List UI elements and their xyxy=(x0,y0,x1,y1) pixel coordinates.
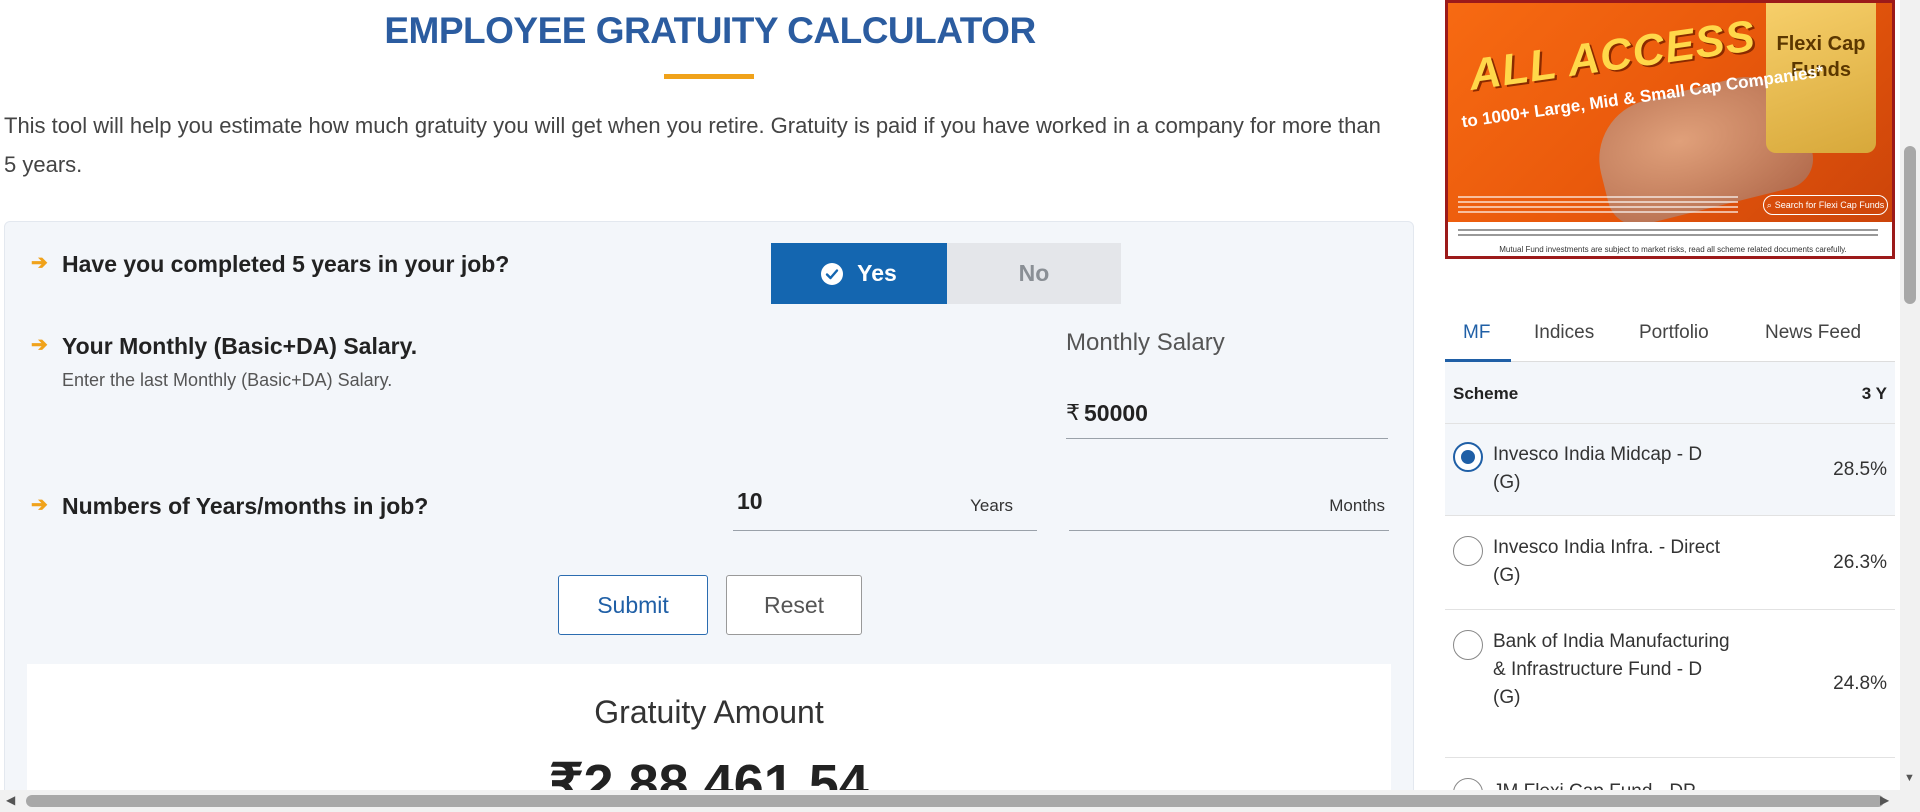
no-label: No xyxy=(1018,260,1050,286)
sidebar-tabs: MF Indices Portfolio News Feed xyxy=(1445,312,1895,362)
ad-fine-print xyxy=(1458,193,1738,223)
arrow-right-icon: ➔ xyxy=(31,494,48,516)
input-underline xyxy=(733,530,1037,531)
arrow-right-icon: ➔ xyxy=(31,334,48,356)
table-row[interactable]: Bank of India Manufacturing & Infrastruc… xyxy=(1445,610,1895,758)
radio-button[interactable] xyxy=(1453,778,1483,790)
scheme-name: JM Flexi Cap Fund - DP xyxy=(1493,778,1733,790)
tab-indices[interactable]: Indices xyxy=(1534,322,1594,344)
sidebar: Flexi Cap Funds ALL ACCESS to 1000+ Larg… xyxy=(1443,0,1895,790)
table-row[interactable]: JM Flexi Cap Fund - DP xyxy=(1445,758,1895,790)
scroll-left-arrow-icon[interactable]: ◀ xyxy=(6,793,15,807)
months-input[interactable]: Months xyxy=(1069,484,1389,532)
monthly-salary-input[interactable]: ₹ 50000 xyxy=(1066,394,1388,440)
scroll-right-arrow-icon[interactable]: ▶ xyxy=(1880,793,1889,807)
ad-search-text: Search for Flexi Cap Funds xyxy=(1774,200,1885,210)
years-unit: Years xyxy=(970,496,1013,515)
radio-button[interactable] xyxy=(1453,442,1483,472)
ad-banner[interactable]: Flexi Cap Funds ALL ACCESS to 1000+ Larg… xyxy=(1445,0,1895,259)
monthly-salary-label: Monthly Salary xyxy=(1066,329,1225,356)
q3-label: Numbers of Years/months in job? xyxy=(62,493,429,519)
vertical-scroll-thumb[interactable] xyxy=(1904,146,1916,304)
scheme-return: 28.5% xyxy=(1833,459,1887,480)
tab-portfolio[interactable]: Portfolio xyxy=(1639,322,1709,344)
months-unit: Months xyxy=(1329,496,1385,515)
main-content: EMPLOYEE GRATUITY CALCULATOR This tool w… xyxy=(0,0,1420,790)
header-period: 3 Y xyxy=(1861,384,1887,403)
intro-text: This tool will help you estimate how muc… xyxy=(4,113,1381,177)
table-row[interactable]: Invesco India Infra. - Direct (G) 26.3% xyxy=(1445,516,1895,610)
arrow-right-icon: ➔ xyxy=(31,252,48,274)
result-panel: Gratuity Amount ₹2,88,461.54 xyxy=(27,664,1391,790)
submit-button[interactable]: Submit xyxy=(558,575,708,635)
page-title: EMPLOYEE GRATUITY CALCULATOR xyxy=(384,10,1036,51)
no-button[interactable]: No xyxy=(947,243,1121,304)
monthly-salary-value: 50000 xyxy=(1084,400,1148,426)
scheme-return: 24.8% xyxy=(1833,673,1887,694)
scheme-return: 26.3% xyxy=(1833,552,1887,573)
yes-button[interactable]: Yes xyxy=(771,243,947,304)
scheme-name: Bank of India Manufacturing & Infrastruc… xyxy=(1493,631,1730,708)
gratuity-amount-value: ₹2,88,461.54 xyxy=(549,754,869,790)
horizontal-scroll-thumb[interactable] xyxy=(26,795,1884,807)
table-row[interactable]: Invesco India Midcap - D (G) 28.5% xyxy=(1445,424,1895,516)
scheme-table-header: Scheme 3 Y xyxy=(1445,362,1895,424)
horizontal-scrollbar[interactable]: ◀ ▶ xyxy=(0,790,1920,812)
ad-disclaimer: Mutual Fund investments are subject to m… xyxy=(1448,222,1892,256)
scroll-down-arrow-icon[interactable]: ▼ xyxy=(1904,772,1915,784)
q2-label: Your Monthly (Basic+DA) Salary. xyxy=(62,333,418,359)
input-underline xyxy=(1066,438,1388,439)
years-input[interactable]: 10 Years xyxy=(733,484,1037,532)
search-icon: ⌕ xyxy=(1766,199,1772,210)
radio-button[interactable] xyxy=(1453,536,1483,566)
ad-disclaimer-text: Mutual Fund investments are subject to m… xyxy=(1499,245,1847,254)
tab-news-feed[interactable]: News Feed xyxy=(1765,322,1861,344)
q2-sublabel: Enter the last Monthly (Basic+DA) Salary… xyxy=(62,370,393,390)
years-value: 10 xyxy=(737,488,763,514)
yes-label: Yes xyxy=(857,260,897,286)
rupee-icon: ₹ xyxy=(1066,400,1080,425)
scheme-name: Invesco India Infra. - Direct (G) xyxy=(1493,537,1721,586)
vertical-scrollbar[interactable]: ▼ xyxy=(1900,0,1920,790)
scheme-name: Invesco India Midcap - D (G) xyxy=(1493,444,1703,493)
calculator-panel: ➔ Have you completed 5 years in your job… xyxy=(4,221,1414,790)
radio-button[interactable] xyxy=(1453,630,1483,660)
title-underline xyxy=(664,74,754,79)
ad-search-pill: ⌕ Search for Flexi Cap Funds xyxy=(1763,195,1888,215)
reset-button[interactable]: Reset xyxy=(726,575,862,635)
gratuity-amount-label: Gratuity Amount xyxy=(594,694,824,730)
tab-mf[interactable]: MF xyxy=(1463,322,1490,344)
input-underline xyxy=(1069,530,1389,531)
q1-label: Have you completed 5 years in your job? xyxy=(62,251,510,277)
check-circle-icon xyxy=(821,262,844,285)
page-viewport: EMPLOYEE GRATUITY CALCULATOR This tool w… xyxy=(0,0,1900,790)
header-scheme: Scheme xyxy=(1453,384,1519,403)
five-years-toggle: Yes No xyxy=(771,243,1121,304)
